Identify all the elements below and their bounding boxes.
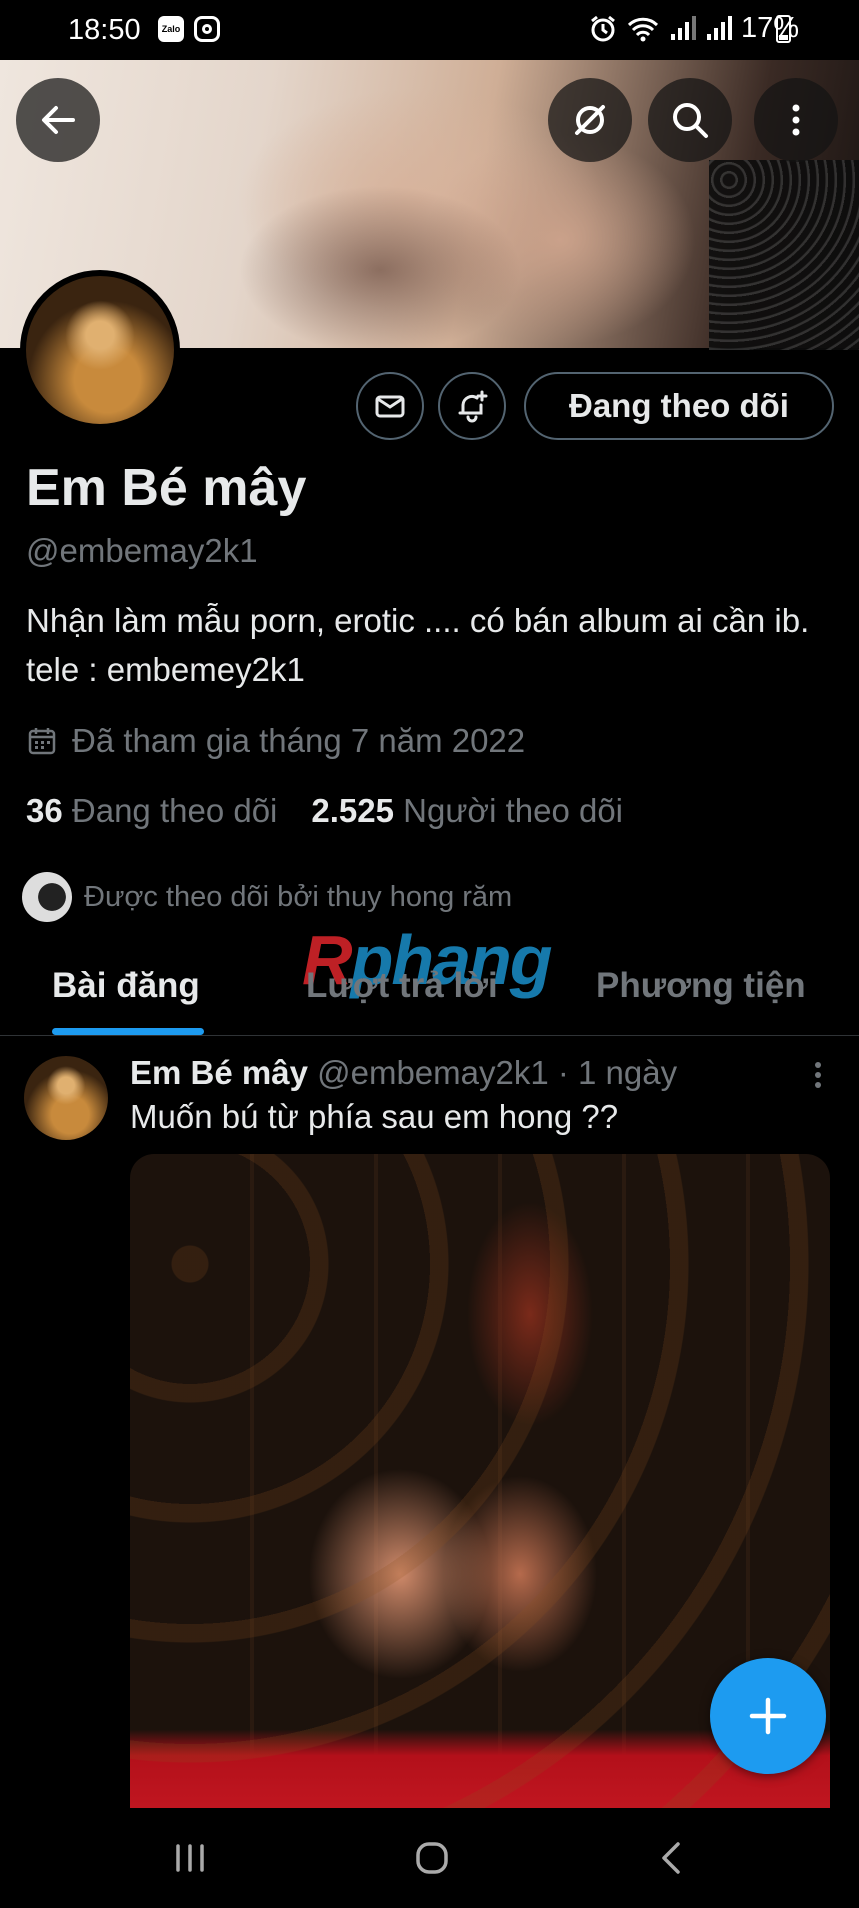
tab-replies[interactable]: Lượt trả lời: [306, 966, 498, 1006]
profile-avatar[interactable]: [20, 270, 180, 430]
banner-decoration: [709, 160, 859, 350]
profile-stats: 36 Đang theo dõi 2.525 Người theo dõi: [26, 792, 623, 830]
back-nav-button[interactable]: [642, 1830, 702, 1886]
more-options-button[interactable]: [754, 78, 838, 162]
recent-apps-icon: [176, 1844, 204, 1872]
recent-apps-button[interactable]: [160, 1830, 220, 1886]
profile-bio: Nhận làm mẫu porn, erotic .... có bán al…: [26, 602, 810, 688]
plus-icon: [749, 1697, 787, 1735]
tweet-avatar[interactable]: [24, 1056, 108, 1140]
profile-display-name: Em Bé mây: [26, 459, 307, 517]
signal-icon: [705, 15, 732, 42]
wifi-icon: [627, 17, 659, 41]
message-button[interactable]: [356, 372, 424, 440]
bell-plus-icon: [458, 390, 488, 423]
following-count: 36: [26, 792, 63, 829]
profile-tabs: Bài đăng Lượt trả lời Phương tiện: [0, 960, 859, 1036]
envelope-icon: [375, 395, 405, 418]
active-tab-indicator: [52, 1028, 204, 1035]
followed-by-row[interactable]: Được theo dõi bởi thuy hong răm: [22, 872, 512, 922]
home-icon: [416, 1842, 448, 1874]
search-icon: [673, 103, 708, 138]
following-button[interactable]: Đang theo dõi: [524, 372, 834, 440]
followed-by-text: Được theo dõi bởi thuy hong răm: [84, 880, 513, 913]
back-button[interactable]: [16, 78, 100, 162]
zalo-icon: Zalo: [158, 16, 184, 42]
tweet-header: Em Bé mây @embemay2k1 · 1 ngày: [130, 1054, 677, 1092]
profile-handle: @embemay2k1: [26, 532, 258, 569]
tab-posts[interactable]: Bài đăng: [52, 966, 200, 1006]
arrow-left-icon: [42, 106, 75, 134]
instagram-icon: [194, 16, 220, 42]
battery-icon: [776, 15, 791, 43]
followers-label: Người theo dõi: [403, 792, 624, 829]
tweet-text: Muốn bú từ phía sau em hong ??: [130, 1098, 619, 1135]
grok-button[interactable]: [548, 78, 632, 162]
followers-link[interactable]: 2.525 Người theo dõi: [311, 792, 623, 830]
status-indicators: 17%: [589, 12, 799, 45]
alarm-icon: [591, 15, 615, 41]
search-button[interactable]: [648, 78, 732, 162]
tweet-author-name[interactable]: Em Bé mây: [130, 1054, 308, 1091]
tweet-meta: @embemay2k1 · 1 ngày: [317, 1054, 678, 1091]
chevron-left-icon: [662, 1842, 680, 1874]
home-button[interactable]: [402, 1830, 462, 1886]
following-label: Đang theo dõi: [71, 792, 278, 829]
tweet-more-button[interactable]: [808, 1058, 828, 1094]
more-vertical-icon: [792, 104, 800, 136]
following-link[interactable]: 36 Đang theo dõi: [26, 792, 277, 830]
grok-icon: [575, 105, 605, 135]
compose-button[interactable]: [710, 1658, 826, 1774]
status-time: 18:50: [68, 14, 141, 46]
followers-count: 2.525: [311, 792, 394, 829]
status-bar: 18:50 Zalo 17%: [0, 0, 859, 60]
notifications-button[interactable]: [438, 372, 506, 440]
joined-date: Đã tham gia tháng 7 năm 2022: [26, 722, 525, 760]
tab-media[interactable]: Phương tiện: [596, 966, 806, 1006]
joined-text: Đã tham gia tháng 7 năm 2022: [72, 722, 526, 759]
signal-icon: [669, 15, 696, 42]
calendar-icon: [28, 728, 56, 755]
follower-avatar: [22, 872, 72, 922]
system-nav-bar: [0, 1808, 859, 1908]
